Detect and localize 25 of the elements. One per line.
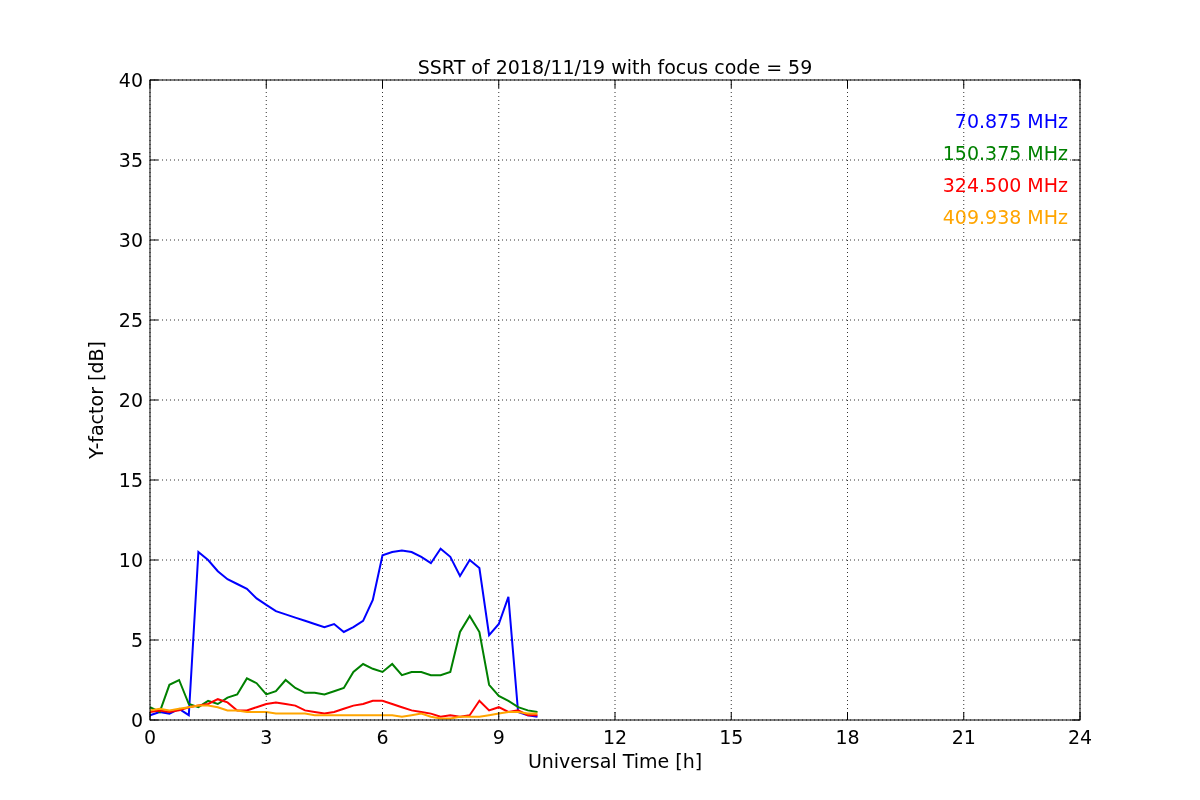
tick-label: 35 [118, 149, 143, 171]
legend-label: 409.938 MHz [942, 206, 1068, 228]
tick-label: 15 [719, 726, 744, 748]
axis-label: Universal Time [h] [527, 750, 703, 772]
tick-label: 12 [602, 726, 628, 748]
tick-label: 0 [143, 726, 157, 748]
tick-label: 24 [1067, 726, 1093, 748]
legend-label: 324.500 MHz [942, 174, 1068, 196]
legend-label: 70.875 MHz [954, 110, 1068, 132]
tick-label: 18 [835, 726, 860, 748]
tick-label: 0 [130, 709, 143, 731]
tick-label: 6 [376, 726, 389, 748]
chart-title: SSRT of 2018/11/19 with focus code = 59 [417, 56, 813, 78]
legend-label: 150.375 MHz [942, 142, 1068, 164]
axis-label: Y-factor [dB] [85, 341, 107, 459]
tick-label: 21 [951, 726, 976, 748]
tick-label: 3 [260, 726, 273, 748]
tick-label: 9 [492, 726, 505, 748]
tick-label: 15 [118, 469, 143, 491]
tick-label: 25 [118, 309, 143, 331]
tick-label: 20 [118, 389, 143, 411]
tick-label: 30 [118, 229, 143, 251]
tick-label: 10 [118, 549, 143, 571]
tick-label: 40 [118, 69, 143, 91]
tick-label: 5 [130, 629, 143, 651]
